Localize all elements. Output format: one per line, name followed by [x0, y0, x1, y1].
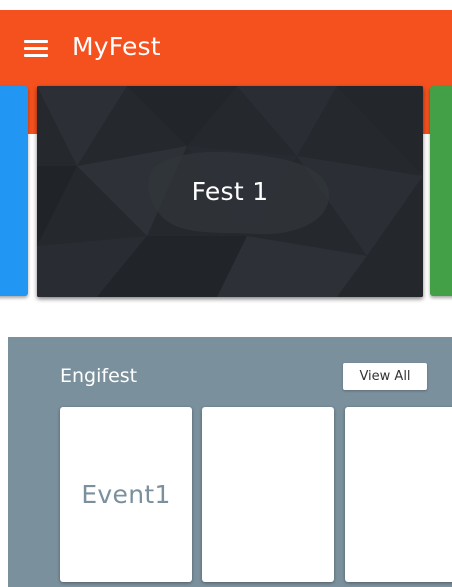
event-card-title: Event1: [81, 480, 171, 509]
app-title: MyFest: [72, 32, 161, 61]
view-all-button[interactable]: View All: [343, 363, 427, 390]
app-screen: MyFest Fest 1 Engifest View All Event1: [0, 0, 452, 587]
event-card[interactable]: [345, 407, 452, 582]
fest-card-current[interactable]: Fest 1: [37, 86, 423, 297]
fest-card-next[interactable]: [430, 86, 452, 296]
fest-events-section: Engifest View All Event1: [8, 337, 452, 587]
fest-card-previous[interactable]: [0, 86, 28, 296]
hamburger-menu-icon[interactable]: [24, 38, 48, 58]
event-card[interactable]: [202, 407, 334, 582]
fest-card-title: Fest 1: [191, 177, 269, 206]
fest-carousel[interactable]: Fest 1: [0, 86, 452, 300]
section-title: Engifest: [60, 365, 138, 387]
event-card[interactable]: Event1: [60, 407, 192, 582]
